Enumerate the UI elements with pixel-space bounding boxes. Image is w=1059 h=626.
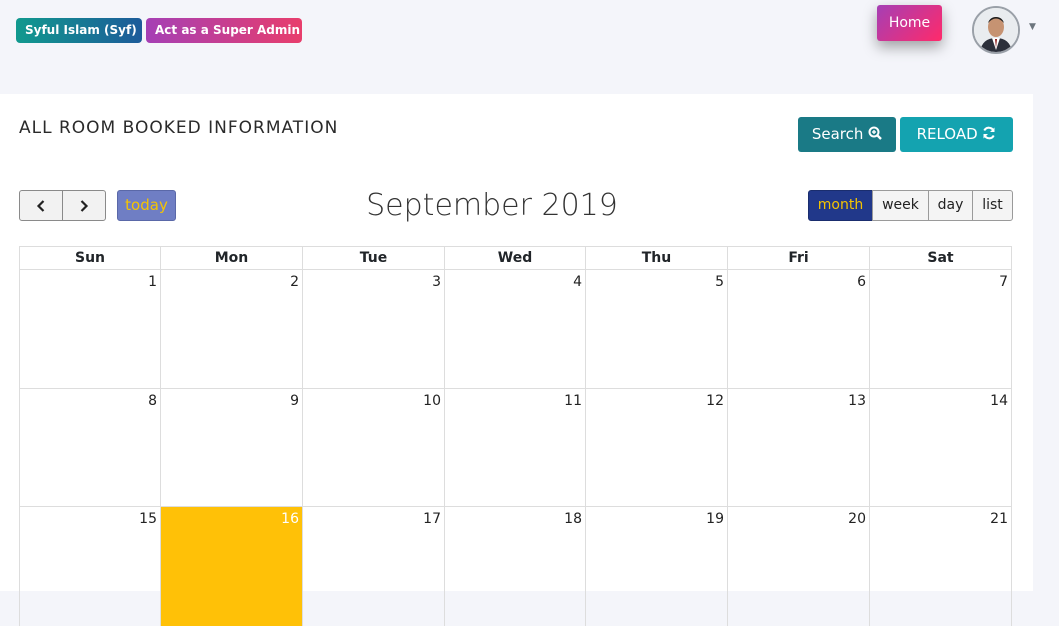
day-number[interactable]: 17	[423, 511, 441, 527]
reload-label: RELOAD	[916, 125, 978, 143]
day-cell[interactable]: 7	[869, 269, 1012, 388]
weekday-header-wed: Wed	[444, 246, 585, 269]
day-cell[interactable]: 20	[727, 506, 869, 626]
search-label: Search	[811, 125, 864, 143]
booking-calendar-card: ALL ROOM BOOKED INFORMATION Search RELOA…	[0, 94, 1033, 626]
view-week-button[interactable]: week	[872, 190, 929, 221]
day-cell[interactable]: 3	[302, 269, 444, 388]
day-number[interactable]: 2	[290, 274, 299, 290]
weekday-header-sat: Sat	[869, 246, 1012, 269]
day-cell[interactable]: 13	[727, 388, 869, 506]
view-list-button[interactable]: list	[972, 190, 1013, 221]
home-button[interactable]: Home	[877, 5, 942, 41]
day-number[interactable]: 14	[990, 393, 1008, 409]
chevron-left-icon	[36, 200, 45, 212]
weekday-header-fri: Fri	[727, 246, 869, 269]
prev-month-button[interactable]	[19, 190, 63, 221]
user-name-badge: Syful Islam (Syf)	[16, 18, 142, 43]
day-cell[interactable]: 5	[585, 269, 727, 388]
super-admin-badge[interactable]: Act as a Super Admin	[146, 18, 302, 43]
day-cell[interactable]: 15	[19, 506, 160, 626]
day-cell[interactable]: 10	[302, 388, 444, 506]
day-number[interactable]: 8	[148, 393, 157, 409]
view-month-button[interactable]: month	[808, 190, 873, 221]
day-number[interactable]: 15	[139, 511, 157, 527]
day-number[interactable]: 16	[281, 511, 299, 527]
zoom-in-icon	[868, 126, 883, 140]
day-number[interactable]: 19	[706, 511, 724, 527]
day-cell[interactable]: 11	[444, 388, 585, 506]
day-number[interactable]: 10	[423, 393, 441, 409]
search-button[interactable]: Search	[798, 117, 896, 152]
user-avatar-icon	[974, 8, 1018, 52]
day-cell[interactable]: 8	[19, 388, 160, 506]
day-cell[interactable]: 16	[160, 506, 302, 626]
chevron-right-icon	[80, 200, 89, 212]
refresh-icon	[983, 126, 996, 140]
day-number[interactable]: 1	[148, 274, 157, 290]
weekday-header-thu: Thu	[585, 246, 727, 269]
day-cell[interactable]: 1	[19, 269, 160, 388]
day-cell[interactable]: 12	[585, 388, 727, 506]
avatar[interactable]	[972, 6, 1020, 54]
day-number[interactable]: 18	[564, 511, 582, 527]
page-title: ALL ROOM BOOKED INFORMATION	[19, 118, 339, 138]
day-cell[interactable]: 6	[727, 269, 869, 388]
day-number[interactable]: 20	[848, 511, 866, 527]
day-cell[interactable]: 18	[444, 506, 585, 626]
day-number[interactable]: 12	[706, 393, 724, 409]
day-cell[interactable]: 2	[160, 269, 302, 388]
day-number[interactable]: 4	[573, 274, 582, 290]
weekday-header-mon: Mon	[160, 246, 302, 269]
calendar-title: September 2019	[366, 188, 618, 223]
chevron-down-icon[interactable]: ▼	[1029, 22, 1036, 32]
day-number[interactable]: 13	[848, 393, 866, 409]
day-cell[interactable]: 14	[869, 388, 1012, 506]
day-cell[interactable]: 21	[869, 506, 1012, 626]
day-cell[interactable]: 4	[444, 269, 585, 388]
next-month-button[interactable]	[62, 190, 106, 221]
weekday-header-tue: Tue	[302, 246, 444, 269]
day-number[interactable]: 9	[290, 393, 299, 409]
day-cell[interactable]: 9	[160, 388, 302, 506]
day-number[interactable]: 11	[564, 393, 582, 409]
day-number[interactable]: 6	[857, 274, 866, 290]
weekday-header-sun: Sun	[19, 246, 160, 269]
today-button[interactable]: today	[117, 190, 176, 221]
day-number[interactable]: 21	[990, 511, 1008, 527]
reload-button[interactable]: RELOAD	[900, 117, 1013, 152]
view-day-button[interactable]: day	[928, 190, 973, 221]
day-number[interactable]: 5	[715, 274, 724, 290]
day-number[interactable]: 3	[432, 274, 441, 290]
day-number[interactable]: 7	[999, 274, 1008, 290]
day-cell[interactable]: 19	[585, 506, 727, 626]
day-cell[interactable]: 17	[302, 506, 444, 626]
